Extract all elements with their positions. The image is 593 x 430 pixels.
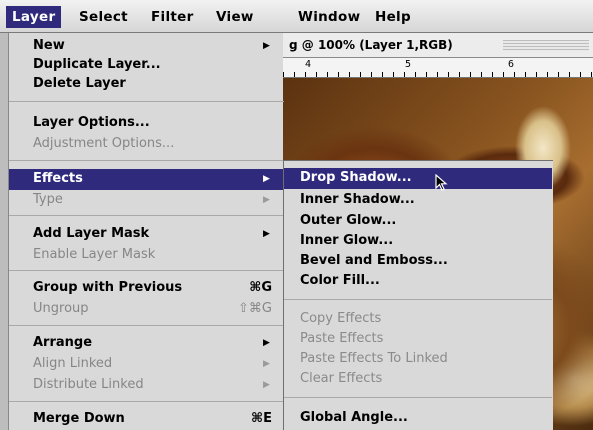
title-bar-stripes: [503, 40, 589, 51]
menu-item-distribute-linked[interactable]: Distribute Linked ▶: [9, 375, 284, 395]
menu-item-label: Group with Previous: [33, 280, 183, 295]
triangle-right-icon: ▶: [263, 380, 270, 390]
menu-filter[interactable]: Filter: [145, 6, 200, 28]
menu-item-group-with-previous[interactable]: Group with Previous ⌘G: [9, 278, 284, 298]
menu-item-label: Arrange: [33, 335, 93, 350]
triangle-right-icon: ▶: [263, 338, 270, 348]
menu-item-type[interactable]: Type ▶: [9, 190, 284, 210]
submenu-item-drop-shadow[interactable]: Drop Shadow...: [284, 168, 552, 191]
menu-item-align-linked[interactable]: Align Linked ▶: [9, 354, 284, 374]
menu-separator: [9, 215, 284, 216]
menu-item-label: Duplicate Layer...: [33, 57, 161, 72]
menu-item-label: Inner Shadow...: [300, 192, 415, 207]
menu-separator: [9, 160, 284, 161]
menu-item-ungroup[interactable]: Ungroup ⇧⌘G: [9, 299, 284, 319]
menu-item-label: Bevel and Emboss...: [300, 253, 448, 268]
menu-separator: [9, 101, 284, 102]
menu-item-duplicate-layer[interactable]: Duplicate Layer...: [9, 55, 284, 75]
layer-menu: New ▶ Duplicate Layer... Delete Layer La…: [8, 33, 284, 430]
menu-separator: [9, 270, 284, 271]
submenu-item-inner-glow[interactable]: Inner Glow...: [284, 231, 552, 251]
effects-submenu: Drop Shadow... Inner Shadow... Outer Glo…: [283, 160, 553, 430]
document-title: g @ 100% (Layer 1,RGB): [289, 38, 453, 52]
submenu-item-global-angle[interactable]: Global Angle...: [284, 408, 552, 428]
menu-item-layer-options[interactable]: Layer Options...: [9, 113, 284, 133]
triangle-right-icon: ▶: [263, 229, 270, 239]
menu-item-add-layer-mask[interactable]: Add Layer Mask ▶: [9, 224, 284, 244]
menu-separator: [9, 325, 284, 326]
menu-item-label: Inner Glow...: [300, 233, 394, 248]
horizontal-ruler[interactable]: 4 5 6: [283, 58, 593, 78]
menu-item-label: Paste Effects: [300, 331, 384, 346]
menu-item-delete-layer[interactable]: Delete Layer: [9, 74, 284, 94]
menu-view[interactable]: View: [210, 6, 260, 28]
menu-separator: [9, 401, 284, 402]
ruler-number: 6: [508, 59, 515, 70]
menu-item-label: Adjustment Options...: [33, 136, 175, 151]
shortcut-label: ⇧⌘G: [238, 301, 272, 316]
menu-item-label: Align Linked: [33, 356, 113, 371]
submenu-item-paste-effects[interactable]: Paste Effects: [284, 329, 552, 349]
shortcut-label: ⌘G: [249, 280, 272, 295]
submenu-item-copy-effects[interactable]: Copy Effects: [284, 309, 552, 329]
menu-item-label: Merge Down: [33, 411, 125, 426]
menu-item-label: Layer Options...: [33, 115, 150, 130]
menu-item-label: Type: [33, 192, 63, 207]
submenu-item-inner-shadow[interactable]: Inner Shadow...: [284, 190, 552, 210]
menu-item-label: Enable Layer Mask: [33, 247, 156, 262]
menu-item-label: Delete Layer: [33, 76, 126, 91]
menu-item-new[interactable]: New ▶: [9, 36, 284, 56]
menu-item-label: Paste Effects To Linked: [300, 351, 448, 366]
menu-item-enable-layer-mask[interactable]: Enable Layer Mask: [9, 245, 284, 265]
triangle-right-icon: ▶: [263, 41, 270, 51]
menu-item-effects[interactable]: Effects ▶: [9, 169, 284, 190]
menu-separator: [284, 397, 552, 398]
menu-item-label: Global Angle...: [300, 410, 408, 425]
menu-item-label: Copy Effects: [300, 311, 382, 326]
submenu-item-clear-effects[interactable]: Clear Effects: [284, 369, 552, 389]
menu-item-label: Drop Shadow...: [300, 170, 412, 185]
shortcut-label: ⌘E: [251, 411, 272, 426]
menu-layer[interactable]: Layer: [6, 6, 62, 28]
menu-item-arrange[interactable]: Arrange ▶: [9, 333, 284, 353]
triangle-right-icon: ▶: [263, 359, 270, 369]
submenu-item-bevel-and-emboss[interactable]: Bevel and Emboss...: [284, 251, 552, 271]
triangle-right-icon: ▶: [263, 174, 270, 184]
menu-item-label: Distribute Linked: [33, 377, 144, 392]
menu-select[interactable]: Select: [73, 6, 134, 28]
menu-item-adjustment-options[interactable]: Adjustment Options...: [9, 134, 284, 154]
menu-item-label: Add Layer Mask: [33, 226, 150, 241]
triangle-right-icon: ▶: [263, 195, 270, 205]
submenu-item-color-fill[interactable]: Color Fill...: [284, 271, 552, 291]
menu-separator: [284, 299, 552, 300]
menu-bar: Layer Select Filter View Window Help: [0, 0, 593, 33]
menu-help[interactable]: Help: [369, 6, 417, 28]
menu-window[interactable]: Window: [292, 6, 366, 28]
document-title-bar[interactable]: g @ 100% (Layer 1,RGB): [283, 33, 593, 58]
ruler-number: 5: [405, 59, 412, 70]
menu-item-label: Effects: [33, 171, 83, 186]
menu-item-merge-down[interactable]: Merge Down ⌘E: [9, 409, 284, 429]
menu-item-label: Color Fill...: [300, 273, 380, 288]
menu-item-label: New: [33, 38, 65, 53]
submenu-item-outer-glow[interactable]: Outer Glow...: [284, 211, 552, 231]
menu-item-label: Outer Glow...: [300, 213, 397, 228]
menu-item-label: Ungroup: [33, 301, 89, 316]
ruler-number: 4: [305, 59, 312, 70]
menu-item-label: Clear Effects: [300, 371, 383, 386]
submenu-item-paste-effects-to-linked[interactable]: Paste Effects To Linked: [284, 349, 552, 369]
